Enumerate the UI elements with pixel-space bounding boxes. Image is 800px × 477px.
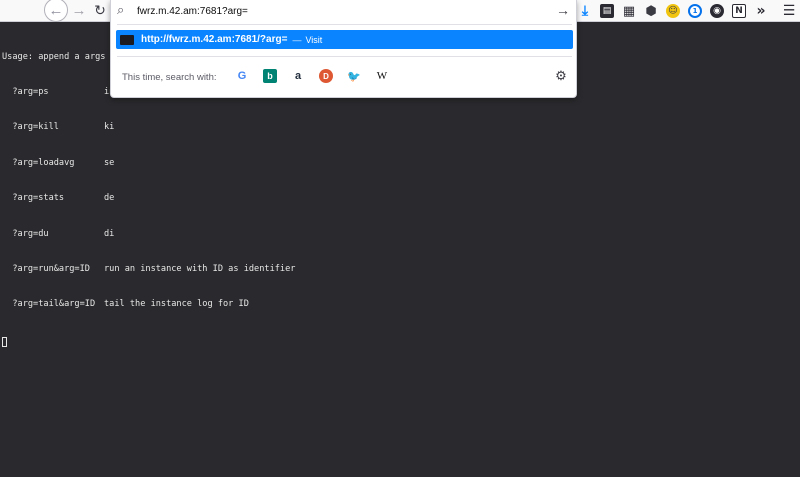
bing-icon[interactable]: b — [263, 69, 277, 83]
terminal-description: se — [104, 157, 115, 168]
terminal-command: ?arg=loadavg — [2, 157, 75, 168]
notion-icon[interactable]: N — [732, 4, 746, 18]
arrow-right-icon: → — [71, 1, 87, 19]
url-input-row: ⌕ → — [111, 0, 578, 22]
terminal-line: ?arg=du di — [2, 229, 295, 241]
grid-icon[interactable]: ▦ — [622, 4, 636, 19]
terminal-command: ?arg=du — [2, 228, 49, 239]
suggestion-separator: — — [292, 34, 302, 45]
terminal-command: ?arg=tail&arg=ID — [2, 299, 96, 310]
gear-icon[interactable]: ⚙ — [553, 68, 569, 84]
terminal-description: de — [104, 193, 115, 204]
terminal-description: ki — [104, 122, 115, 133]
terminal-line: ?arg=stats de — [2, 193, 295, 205]
page-favicon-icon — [120, 34, 134, 45]
terminal-description: tail the instance log for ID — [104, 299, 249, 310]
terminal-line: ?arg=kill ki — [2, 122, 295, 134]
terminal-command: Usage: append a args to — [2, 51, 121, 62]
url-bar-dropdown: ⌕ → http://fwrz.m.42.am:7681/?arg= — Vis… — [110, 0, 577, 98]
twitter-icon[interactable]: 🐦 — [347, 69, 361, 83]
terminal-description: run an instance with ID as identifier — [104, 263, 296, 274]
cube-icon[interactable]: ⬢ — [644, 4, 658, 19]
download-icon[interactable]: ⤓ — [578, 3, 592, 19]
go-arrow-icon[interactable]: → — [555, 1, 571, 19]
suggestion-url: http://fwrz.m.42.am:7681/?arg= — [141, 34, 288, 45]
overflow-chevrons-icon[interactable]: » — [754, 3, 768, 19]
terminal-description: di — [104, 228, 115, 239]
duckduckgo-icon[interactable]: D — [319, 69, 333, 83]
wikipedia-icon[interactable]: W — [375, 69, 389, 83]
divider — [117, 56, 572, 57]
emoji-face-icon[interactable]: ☺ — [666, 4, 680, 18]
terminal-command: ?arg=kill — [2, 122, 59, 133]
google-icon[interactable]: G — [235, 69, 249, 83]
terminal-line: ?arg=run&arg=ID run an instance with ID a… — [2, 264, 295, 276]
terminal-line: ?arg=tail&arg=ID tail the instance log fo… — [2, 299, 295, 311]
back-button[interactable]: ← — [44, 0, 68, 22]
search-with-label: This time, search with: — [122, 72, 217, 83]
search-icon: ⌕ — [117, 2, 125, 17]
terminal-line: ?arg=loadavg se — [2, 158, 295, 170]
url-input[interactable] — [137, 3, 537, 19]
hamburger-menu-icon[interactable]: ☰ — [782, 3, 796, 19]
terminal-command: ?arg=ps — [2, 86, 49, 97]
onepassword-icon[interactable]: 1 — [688, 4, 702, 18]
url-suggestion-row[interactable]: http://fwrz.m.42.am:7681/?arg= — Visit — [116, 30, 573, 49]
forward-button[interactable]: → — [70, 1, 88, 19]
terminal-command: ?arg=stats — [2, 193, 65, 204]
terminal-cursor[interactable] — [2, 336, 7, 347]
amazon-icon[interactable]: a — [291, 69, 305, 83]
suggestion-action: Visit — [305, 34, 323, 45]
ghost-icon[interactable]: ◉ — [710, 4, 724, 18]
divider — [117, 24, 572, 25]
terminal-command: ?arg=run&arg=ID — [2, 263, 90, 274]
search-engine-list: G b a D 🐦 W — [235, 68, 403, 84]
toolbar-extensions: ⤓ ▤ ▦ ⬢ ☺ 1 ◉ N » ☰ — [578, 0, 800, 22]
reload-button[interactable]: ↻ — [92, 1, 108, 19]
reload-icon: ↻ — [94, 2, 106, 18]
pocket-icon[interactable]: ▤ — [600, 4, 614, 18]
arrow-left-icon: ← — [48, 1, 64, 19]
